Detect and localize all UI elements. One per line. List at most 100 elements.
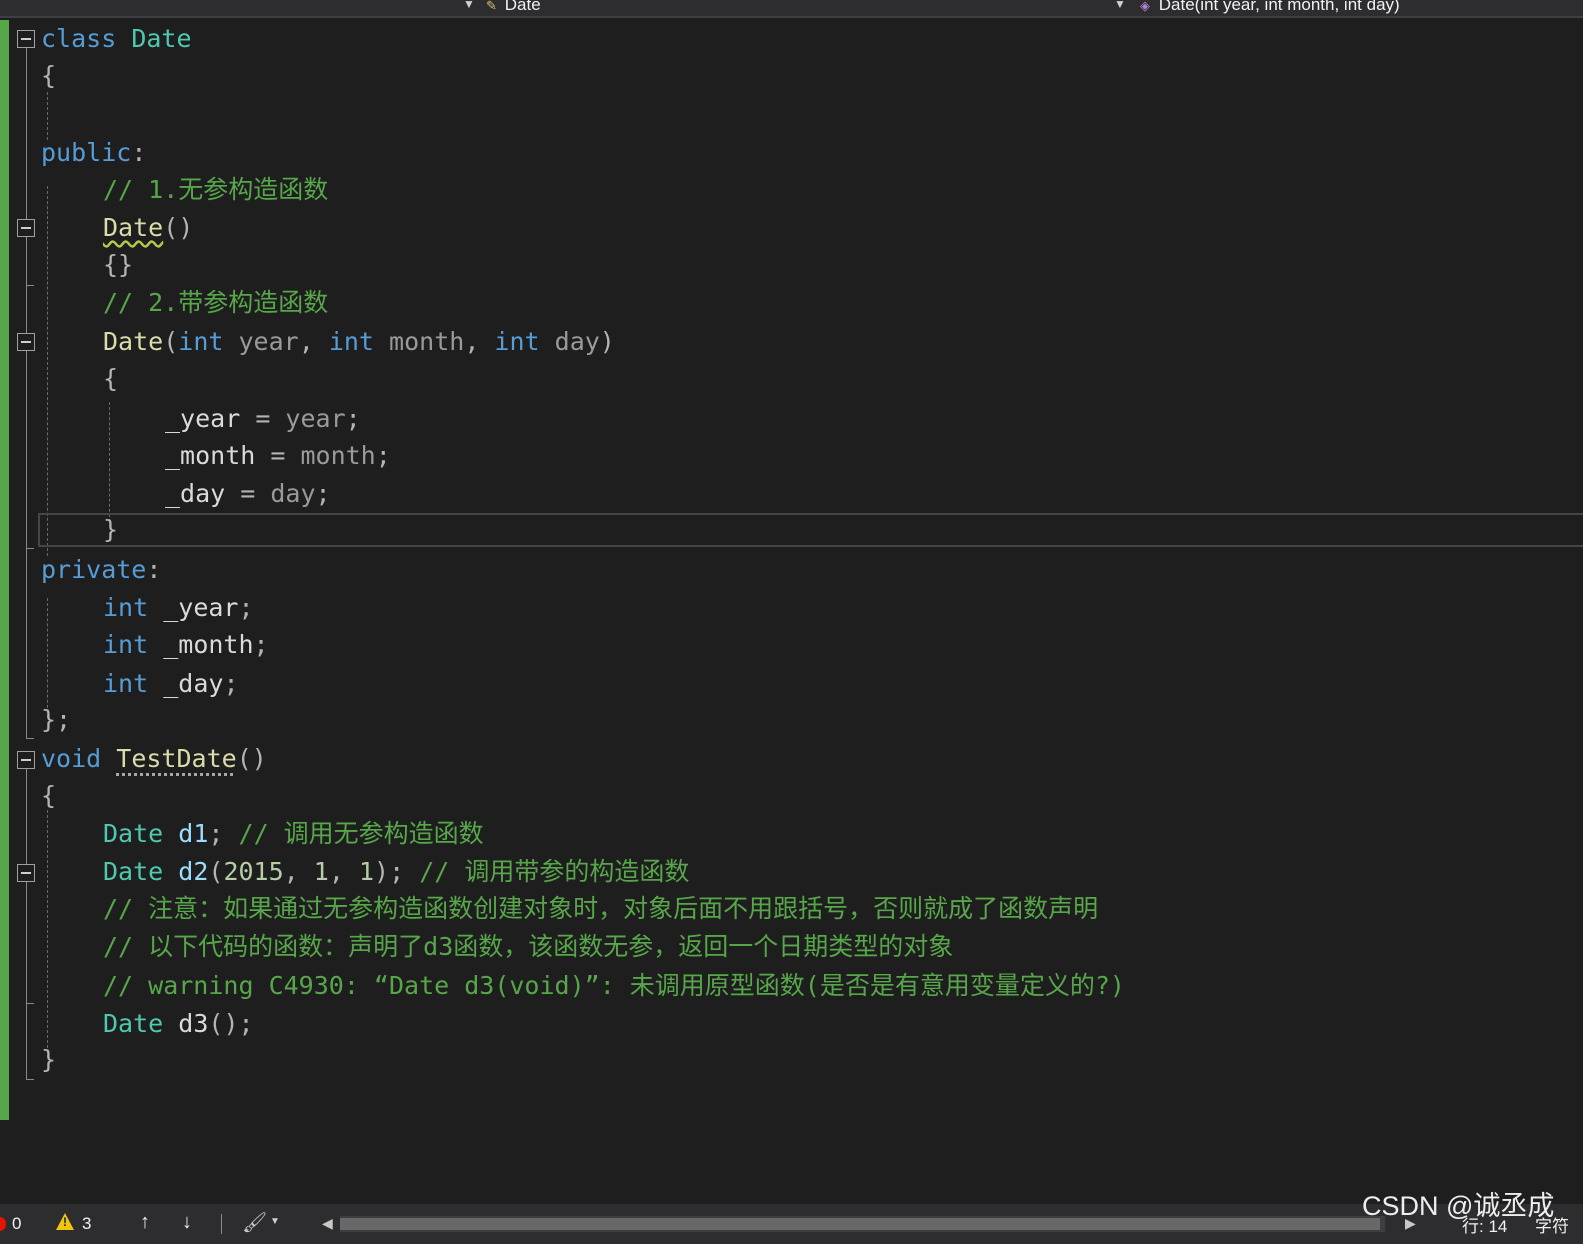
keyword-token: public (41, 138, 132, 167)
variable-token: d3 (178, 1009, 209, 1038)
param-token: month (389, 327, 465, 356)
punct-token: ; (223, 669, 239, 698)
scroll-left-icon[interactable]: ◀ (322, 1215, 333, 1232)
keyword-token: int (328, 327, 374, 356)
field-token: _year (165, 404, 241, 433)
comment-token: // 调用无参构造函数 (238, 819, 484, 848)
code-line: }; (41, 701, 71, 739)
chevron-down-icon[interactable]: ▼ (1114, 0, 1126, 11)
param-token: day (554, 327, 600, 356)
watermark: CSDN @诚丞成 (1362, 1191, 1555, 1221)
warning-count[interactable]: 3 (82, 1214, 91, 1234)
chevron-down-icon[interactable]: ▼ (270, 1216, 280, 1227)
code-line: _year = year; (41, 400, 361, 438)
scrollbar-thumb[interactable] (340, 1218, 1380, 1230)
code-line: _month = month; (41, 437, 391, 475)
keyword-token: int (494, 327, 540, 356)
code-line: void TestDate() (41, 740, 267, 778)
code-line: { (41, 777, 56, 815)
operator-token: = (225, 479, 271, 508)
collapse-icon[interactable] (17, 219, 35, 237)
keyword-token: int (178, 327, 224, 356)
punct-token: ; (315, 479, 331, 508)
navigation-bar: ▼ ✎ Date ▼ ◈ Date(int year, int month, i… (0, 0, 1583, 18)
punct-token: ; (375, 441, 391, 470)
param-token: day (270, 479, 316, 508)
code-line: } (41, 511, 118, 549)
code-line: // 注意：如果通过无参构造函数创建对象时，对象后面不用跟括号，否则就成了函数声… (41, 890, 1098, 928)
code-line: // warning C4930: “Date d3(void)”: 未调用原型… (41, 967, 1125, 1005)
collapse-icon[interactable] (17, 30, 35, 48)
code-line: // 2.带参构造函数 (41, 284, 328, 322)
code-editor[interactable]: class Date { public: // 1.无参构造函数 Date() … (0, 18, 1583, 1204)
code-line: int _month; (41, 626, 269, 664)
code-line: _day = day; (41, 475, 331, 513)
variable-token: d1 (178, 819, 209, 848)
punct-token: () (163, 213, 194, 242)
brush-icon[interactable]: 🖌 (242, 1210, 267, 1235)
punct-token: ); (374, 857, 405, 886)
code-line: Date() (41, 209, 193, 247)
collapse-icon[interactable] (17, 333, 35, 351)
comment-token: // warning C4930: “Date d3(void)”: 未调用原型… (103, 971, 1125, 1000)
outline-end (26, 1003, 34, 1004)
outline-end (26, 738, 34, 739)
number-token: 1 (313, 857, 329, 886)
param-token: year (238, 327, 299, 356)
collapse-icon[interactable] (17, 864, 35, 882)
punct-token: ) (599, 327, 615, 356)
function-token[interactable]: TestDate (116, 744, 236, 773)
field-token: _month (163, 630, 254, 659)
code-line: { (41, 360, 118, 398)
number-token: 2015 (223, 857, 284, 886)
code-line: Date d2(2015, 1, 1); // 调用带参的构造函数 (41, 853, 689, 891)
next-issue-button[interactable]: ↓ (182, 1211, 192, 1234)
punct-token: ; (345, 404, 361, 433)
code-line: // 以下代码的函数：声明了d3函数，该函数无参，返回一个日期类型的对象 (41, 928, 953, 966)
type-token: Date (131, 24, 192, 53)
comment-token: // 以下代码的函数：声明了d3函数，该函数无参，返回一个日期类型的对象 (103, 932, 954, 961)
code-line: private: (41, 551, 161, 589)
punct-token: , (298, 327, 329, 356)
horizontal-scrollbar[interactable] (340, 1216, 1385, 1232)
field-token: _day (163, 669, 224, 698)
previous-issue-button[interactable]: ↑ (140, 1211, 150, 1234)
punct-token: : (146, 555, 162, 584)
field-token: _month (165, 441, 256, 470)
punct-token: } (103, 515, 119, 544)
keyword-token: private (41, 555, 147, 584)
chevron-down-icon[interactable]: ▼ (463, 0, 475, 11)
comment-token: // 注意：如果通过无参构造函数创建对象时，对象后面不用跟括号，否则就成了函数声… (103, 894, 1099, 923)
code-line: Date d3(); (41, 1005, 254, 1043)
current-line-highlight (38, 513, 1583, 547)
type-dropdown[interactable]: ✎ Date (486, 0, 1126, 15)
punct-token: (); (208, 1009, 254, 1038)
comment-token: // 1.无参构造函数 (103, 175, 329, 204)
indent-guide (47, 92, 48, 140)
outline-line (26, 237, 27, 285)
type-dropdown-value: Date (504, 0, 541, 14)
function-token[interactable]: Date (103, 213, 163, 242)
code-line: int _year; (41, 589, 254, 627)
code-line: {} (41, 246, 133, 284)
keyword-token: int (103, 630, 149, 659)
warning-icon[interactable] (56, 1213, 74, 1230)
punct-token: }; (41, 705, 72, 734)
punct-token: { (41, 781, 57, 810)
outline-end (26, 548, 34, 549)
change-indicator-bar (0, 20, 9, 1120)
code-line: int _day; (41, 665, 239, 703)
collapse-icon[interactable] (17, 751, 35, 769)
param-token: month (300, 441, 376, 470)
status-bar: 0 3 ↑ ↓ 🖌 ▼ ◀ ▶ 行: 14 字符 (0, 1204, 1583, 1244)
punct-token: , (464, 327, 495, 356)
type-token: Date (103, 1009, 164, 1038)
method-icon: ◈ (1140, 0, 1150, 13)
punct-token: {} (103, 250, 134, 279)
member-dropdown[interactable]: ◈ Date(int year, int month, int day) (1140, 0, 1580, 15)
field-token: _year (163, 593, 239, 622)
error-icon[interactable] (0, 1217, 6, 1231)
keyword-token: int (103, 593, 149, 622)
param-token: year (285, 404, 346, 433)
error-count[interactable]: 0 (12, 1214, 21, 1234)
